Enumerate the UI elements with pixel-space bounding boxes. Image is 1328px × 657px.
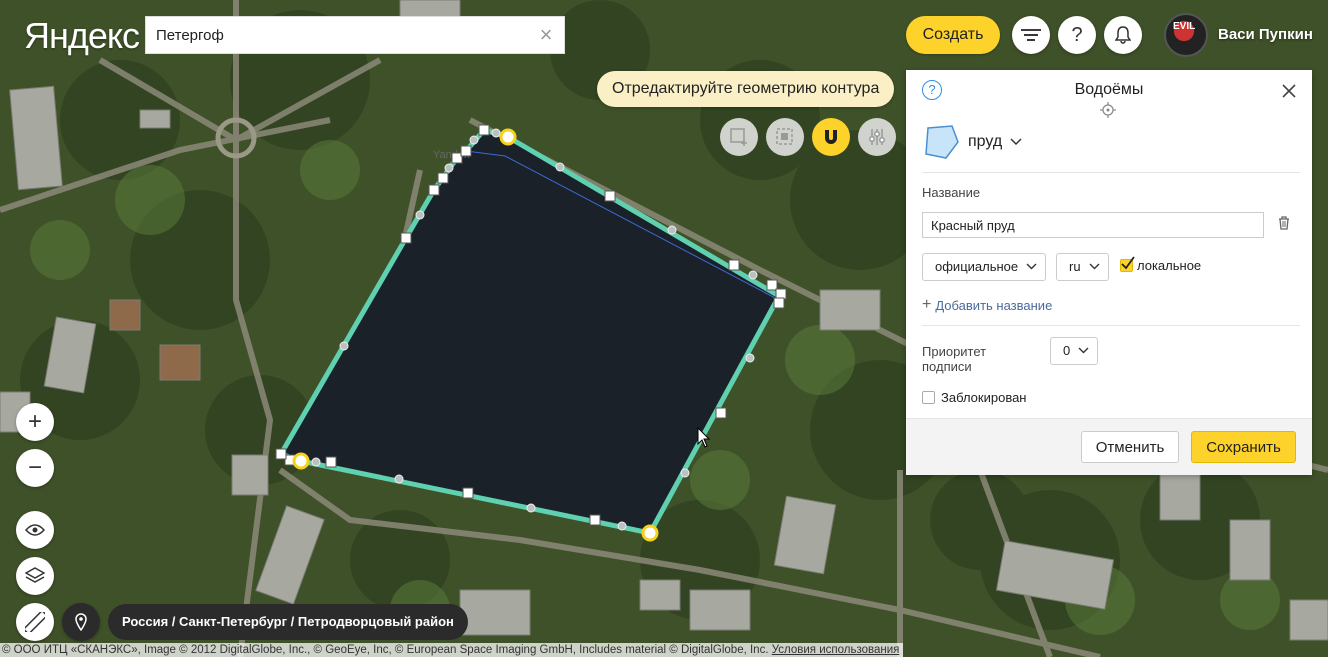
center-target-icon[interactable] — [1100, 102, 1116, 118]
object-type-label: пруд — [968, 133, 1003, 150]
sliders-icon — [869, 129, 885, 145]
username[interactable]: Васи Пупкин — [1218, 26, 1313, 43]
language-select[interactable]: ru — [1056, 253, 1109, 281]
copyright-text: © ООО ИТЦ «СКАНЭКС», Image © 2012 Digita… — [2, 644, 769, 656]
object-type-selector[interactable]: пруд — [922, 122, 1022, 162]
panel-title: Водоёмы — [1074, 81, 1144, 98]
settings-sliders-tool[interactable] — [858, 118, 896, 156]
add-contour-icon — [730, 128, 747, 146]
select-area-tool[interactable] — [766, 118, 804, 156]
search-input[interactable] — [146, 17, 546, 53]
question-icon: ? — [1071, 23, 1083, 46]
magnet-tool[interactable] — [812, 118, 850, 156]
add-contour-tool[interactable] — [720, 118, 758, 156]
plus-icon: + — [27, 408, 42, 435]
notifications-button[interactable] — [1104, 16, 1142, 54]
priority-value: 0 — [1063, 343, 1071, 358]
language-value: ru — [1069, 259, 1081, 274]
priority-select[interactable]: 0 — [1050, 337, 1098, 365]
name-type-value: официальное — [935, 259, 1019, 274]
chevron-down-icon — [1078, 347, 1089, 354]
local-checkbox[interactable] — [1120, 256, 1135, 272]
filter-button[interactable] — [1012, 16, 1050, 54]
location-breadcrumb[interactable]: Россия / Санкт-Петербург / Петродворцовы… — [108, 604, 468, 640]
eye-icon — [25, 524, 45, 536]
ruler-icon — [25, 612, 45, 632]
clear-search-icon[interactable]: × — [536, 24, 556, 46]
help-button[interactable]: ? — [1058, 16, 1096, 54]
create-button[interactable]: Создать — [906, 16, 1000, 54]
pin-icon — [75, 613, 87, 631]
checkmark-icon — [1121, 256, 1135, 270]
select-area-icon — [776, 128, 793, 145]
chevron-down-icon — [1010, 138, 1022, 146]
name-type-select[interactable]: официальное — [922, 253, 1046, 281]
divider — [922, 172, 1300, 173]
zoom-in-button[interactable]: + — [16, 403, 54, 441]
trash-icon[interactable] — [1278, 216, 1290, 230]
terms-link[interactable]: Условия использования — [772, 644, 900, 656]
name-label: Название — [922, 185, 981, 200]
name-input[interactable] — [922, 212, 1264, 238]
chevron-down-icon — [1089, 263, 1100, 270]
blocked-checkbox-row[interactable]: Заблокирован — [922, 390, 1026, 405]
filter-icon — [1021, 29, 1041, 41]
blocked-checkbox[interactable] — [922, 391, 935, 404]
avatar[interactable]: EVIL — [1164, 13, 1208, 57]
priority-label: Приоритет подписи — [922, 344, 986, 374]
close-icon[interactable] — [1280, 82, 1298, 100]
avatar-text: EVIL — [1173, 21, 1196, 32]
zoom-out-button[interactable]: − — [16, 449, 54, 487]
location-button[interactable] — [62, 603, 100, 641]
priority-label-line-1: Приоритет — [922, 344, 987, 359]
layers-icon — [25, 567, 45, 583]
minus-icon: − — [27, 454, 42, 481]
geometry-hint: Отредактируйте геометрию контура — [597, 71, 895, 107]
copyright: © ООО ИТЦ «СКАНЭКС», Image © 2012 Digita… — [0, 643, 904, 657]
bell-icon — [1115, 26, 1131, 44]
magnet-icon — [825, 130, 837, 144]
ruler-button[interactable] — [16, 603, 54, 641]
cancel-button[interactable]: Отменить — [1081, 431, 1179, 463]
layers-button[interactable] — [16, 557, 54, 595]
search-box: × — [145, 16, 565, 54]
yandex-logo[interactable]: Яндекс — [24, 14, 140, 58]
panel-footer: Отменить Сохранить — [906, 418, 1312, 475]
visibility-button[interactable] — [16, 511, 54, 549]
save-button[interactable]: Сохранить — [1191, 431, 1296, 463]
local-label: локальное — [1137, 258, 1202, 273]
priority-label-line-2: подписи — [922, 359, 972, 374]
divider — [922, 325, 1300, 326]
object-edit-panel: ? Водоёмы пруд Название официальное ru л… — [906, 70, 1312, 475]
add-name-label: Добавить название — [935, 297, 1053, 313]
pond-type-icon — [925, 125, 959, 159]
blocked-label: Заблокирован — [941, 390, 1027, 405]
add-name-link[interactable]: + Добавить название — [922, 296, 1052, 314]
chevron-down-icon — [1026, 263, 1037, 270]
local-checkbox-row[interactable]: локальное — [1120, 256, 1202, 273]
plus-icon: + — [922, 296, 932, 313]
